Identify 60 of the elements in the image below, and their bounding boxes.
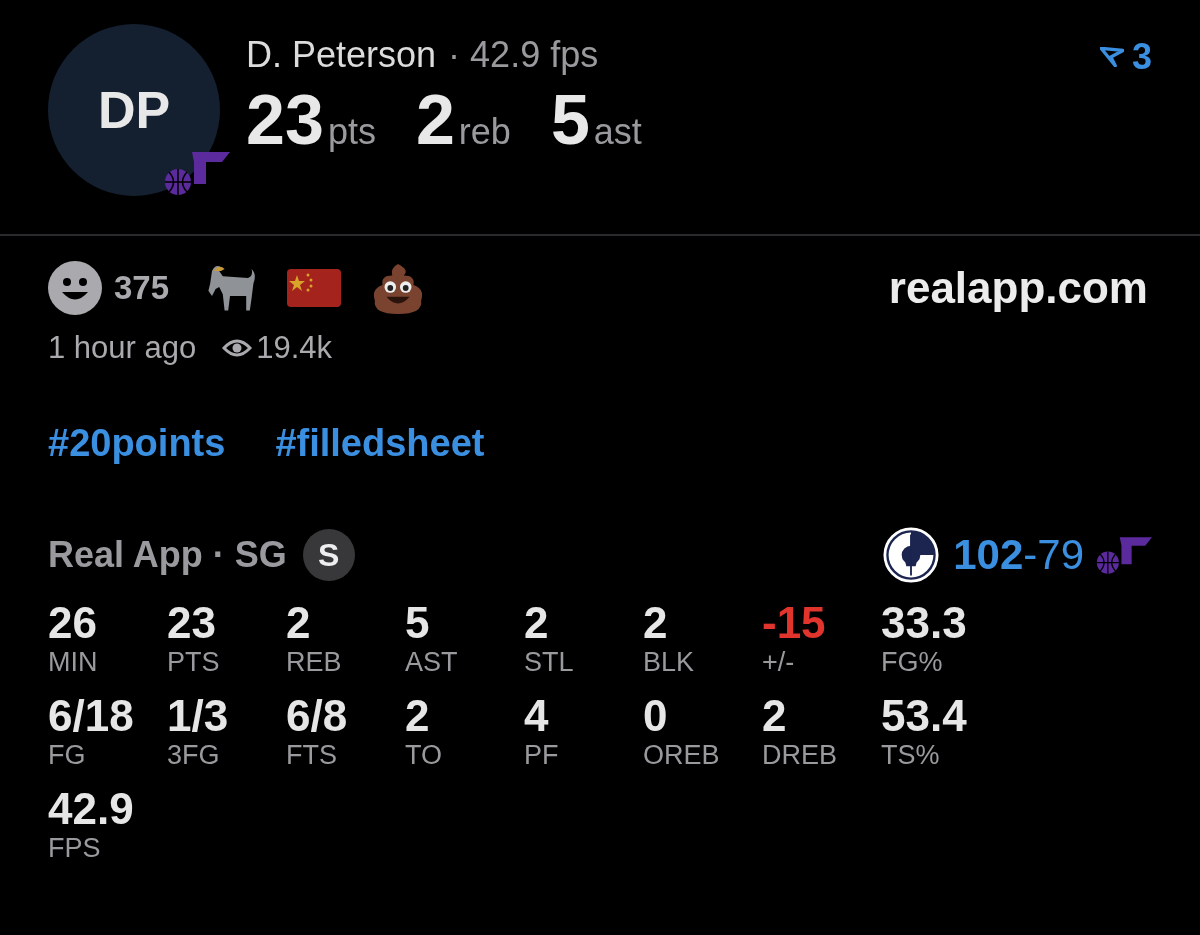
stat-label: STL — [524, 647, 575, 678]
away-score: 79 — [1037, 531, 1084, 579]
stat-value: 2 — [415, 80, 455, 160]
stat-label: AST — [405, 647, 459, 678]
stat-label: DREB — [762, 740, 838, 771]
stat-label: TO — [405, 740, 443, 771]
stat-label: 3FG — [167, 740, 221, 771]
stat-label: +/- — [762, 647, 796, 678]
stat-value: 6/18 — [48, 694, 135, 738]
team-logo-icon — [1096, 535, 1152, 575]
site-link[interactable]: realapp.com — [888, 263, 1148, 313]
view-count: 19.4k — [256, 330, 333, 366]
position-badge: S — [302, 529, 355, 581]
stat-value: 53.4 — [881, 694, 968, 738]
stat-label: FG% — [881, 647, 944, 678]
stat-value: 2 — [643, 601, 669, 645]
badge-count: 3 — [1131, 36, 1152, 78]
score-separator: - — [1023, 531, 1038, 579]
stat-label: FPS — [48, 833, 102, 864]
stat-unit: pts — [327, 111, 376, 153]
stat-value: 26 — [48, 601, 98, 645]
stat-unit: reb — [458, 111, 511, 153]
hashtag-link[interactable]: #filledsheet — [275, 422, 485, 465]
stat-value: 5 — [405, 601, 431, 645]
fps-text: · 42.9 fps — [448, 34, 599, 75]
stat-value: 0 — [643, 694, 669, 738]
stat-label: TS% — [881, 740, 941, 771]
stat-value: 4 — [524, 694, 550, 738]
stat-unit: ast — [593, 111, 642, 153]
reaction-count: 375 — [114, 269, 170, 307]
home-score: 102 — [953, 531, 1024, 579]
stat-value: 5 — [550, 80, 590, 160]
stat-value: 23 — [167, 601, 217, 645]
stat-label: FTS — [286, 740, 338, 771]
team-logo-icon — [164, 150, 230, 196]
stat-value: 6/8 — [286, 694, 349, 738]
stat-label: PF — [524, 740, 560, 771]
avatar-initials: DP — [97, 80, 171, 140]
stat-value: 1/3 — [167, 694, 230, 738]
stat-value: 2 — [762, 694, 788, 738]
stat-value: 2 — [286, 601, 312, 645]
pennant-icon — [1099, 47, 1124, 67]
eye-icon — [222, 338, 253, 358]
hashtag-link[interactable]: #20points — [48, 422, 226, 465]
stat-label: REB — [286, 647, 343, 678]
stat-value: 42.9 — [48, 787, 135, 831]
stat-value: 2 — [524, 601, 550, 645]
stat-value: 23 — [246, 80, 324, 160]
stat-label: OREB — [643, 740, 721, 771]
stat-label: MIN — [48, 647, 99, 678]
smiley-icon[interactable] — [48, 261, 102, 315]
stat-label: PTS — [167, 647, 221, 678]
team-position: Real App · SG — [48, 534, 287, 576]
stat-label: FG — [48, 740, 87, 771]
post-time: 1 hour ago — [48, 330, 197, 366]
player-name: D. Peterson — [246, 34, 437, 75]
stat-value: 2 — [405, 694, 431, 738]
stat-value: -15 — [762, 601, 827, 645]
stat-value: 33.3 — [881, 601, 968, 645]
stat-label: BLK — [643, 647, 696, 678]
